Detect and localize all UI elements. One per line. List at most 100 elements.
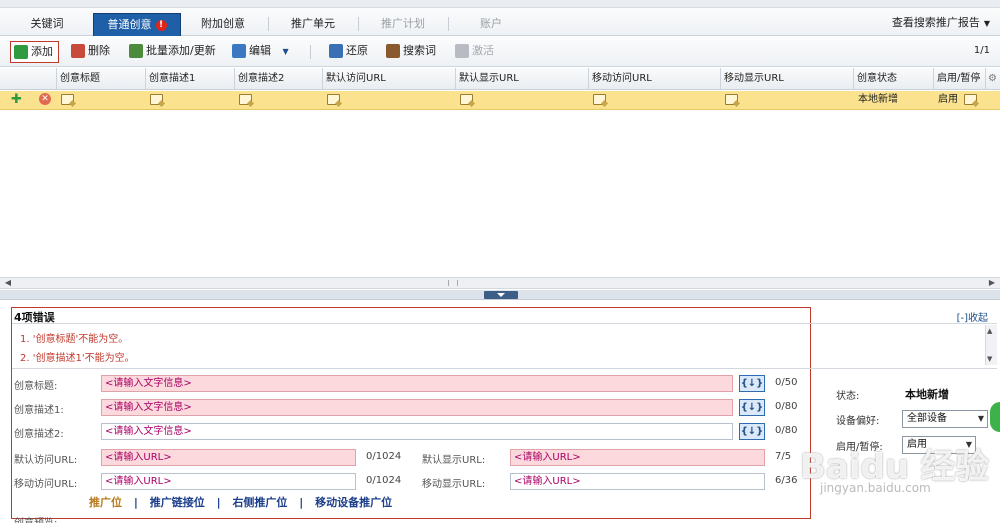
desc2-input[interactable]: <请输入文字信息> (101, 423, 733, 440)
mobile-display-label: 移动显示URL: (422, 479, 486, 490)
activate-button[interactable]: 激活 (452, 41, 494, 63)
tab-normal-creative[interactable]: 普通创意! (93, 13, 181, 36)
col-header[interactable]: 创意描述1 (145, 68, 235, 90)
row-status: 本地新增 (858, 94, 898, 105)
top-strip (0, 0, 1000, 8)
scroll-down-icon[interactable]: ▼ (987, 355, 992, 363)
gear-icon[interactable]: ⚙ (985, 68, 1000, 90)
col-header[interactable]: 移动访问URL (588, 68, 720, 90)
collapse-handle-icon[interactable] (484, 291, 518, 299)
pager: 1/1 (973, 45, 990, 56)
scroll-up-icon[interactable]: ▲ (987, 327, 992, 335)
activate-icon (455, 44, 469, 58)
tab-divider (358, 17, 359, 31)
scroll-right-icon[interactable]: ▶ (986, 278, 998, 288)
delete-button[interactable]: 删除 (68, 41, 110, 63)
status-value: 本地新增 (905, 388, 949, 401)
tab-campaign[interactable]: 推广计划 (370, 13, 436, 36)
mobile-url-input[interactable]: <请输入URL> (101, 473, 356, 490)
grid-body (0, 110, 1000, 276)
status-label: 状态: (836, 391, 860, 402)
mobile-url-count: 0/1024 (366, 475, 402, 486)
tab-extra-creative[interactable]: 附加创意 (190, 13, 256, 36)
insert-wildcard-button[interactable]: {↓} (739, 399, 765, 416)
mobile-url-label: 移动访问URL: (14, 479, 78, 490)
default-url-label: 默认访问URL: (14, 455, 78, 466)
scroll-left-icon[interactable]: ◀ (2, 278, 14, 288)
add-label: 添加 (31, 45, 53, 58)
desc1-label: 创意描述1: (14, 405, 64, 416)
side-expand-icon[interactable] (990, 402, 1000, 432)
error-item: 1. '创意标题'不能为空。 (20, 334, 129, 345)
col-header[interactable]: 创意状态 (853, 68, 933, 90)
default-url-input[interactable]: <请输入URL> (101, 449, 356, 466)
batch-label: 批量添加/更新 (146, 44, 216, 57)
default-display-input[interactable]: <请输入URL> (510, 449, 765, 466)
search-terms-icon (386, 44, 400, 58)
position-tab-mobile[interactable]: 移动设备推广位 (315, 496, 392, 509)
add-button[interactable]: 添加 (10, 41, 59, 63)
scroll-grip[interactable] (448, 280, 458, 286)
restore-button[interactable]: 还原 (326, 41, 368, 63)
insert-wildcard-button[interactable]: {↓} (739, 375, 765, 392)
error-scrollbar[interactable]: ▲ ▼ (985, 325, 997, 365)
tab-label: 账户 (480, 17, 502, 30)
default-display-edit-icon[interactable] (457, 91, 473, 110)
tab-account[interactable]: 账户 (458, 13, 524, 36)
batch-add-button[interactable]: 批量添加/更新 (126, 41, 216, 63)
position-divider: | (299, 496, 304, 509)
tab-label: 关键词 (30, 17, 64, 30)
panel-splitter[interactable] (0, 290, 1000, 300)
row-add-icon[interactable]: ✚ (8, 91, 22, 110)
row-enabled[interactable]: 启用 (935, 91, 978, 110)
tab-keywords[interactable]: 关键词 (14, 13, 80, 36)
restore-label: 还原 (346, 44, 368, 57)
activate-label: 激活 (472, 44, 494, 57)
device-select-value: 全部设备 (907, 413, 947, 424)
mobile-display-input[interactable]: <请输入URL> (510, 473, 765, 490)
watermark-url: jingyan.baidu.com (820, 481, 931, 495)
default-url-edit-icon[interactable] (324, 91, 340, 110)
row-enabled-label: 启用 (938, 94, 958, 105)
row-remove-icon[interactable]: ✕ (36, 91, 51, 110)
col-header[interactable]: 启用/暂停 (933, 68, 985, 90)
col-header[interactable]: 默认访问URL (322, 68, 455, 90)
edit-button[interactable]: 编辑 ▼ (229, 41, 289, 63)
position-tab-right[interactable]: 右侧推广位 (232, 496, 287, 509)
tab-ad-unit[interactable]: 推广单元 (280, 13, 346, 36)
edit-icon (232, 44, 246, 58)
desc2-edit-icon[interactable] (236, 91, 252, 110)
collapse-link[interactable]: [-]收起 (957, 309, 988, 324)
position-tab-main[interactable]: 推广位 (89, 496, 122, 509)
col-header[interactable]: 创意标题 (56, 68, 146, 90)
device-label: 设备偏好: (836, 416, 880, 427)
delete-icon (71, 44, 85, 58)
toolbar-divider (310, 45, 311, 59)
mobile-display-edit-icon[interactable] (722, 91, 738, 110)
tab-divider (268, 17, 269, 31)
grid-header: 创意标题 创意描述1 创意描述2 默认访问URL 默认显示URL 移动访问URL… (0, 68, 1000, 90)
table-row[interactable]: ✚ ✕ 本地新增 启用 (0, 91, 1000, 110)
col-header[interactable]: 默认显示URL (455, 68, 588, 90)
position-tab-link[interactable]: 推广链接位 (150, 496, 205, 509)
default-url-count: 0/1024 (366, 451, 402, 462)
error-badge-icon: ! (155, 19, 167, 31)
title-input[interactable]: <请输入文字信息> (101, 375, 733, 392)
divider (12, 323, 997, 324)
search-terms-button[interactable]: 搜索词 (383, 41, 436, 63)
restore-icon (329, 44, 343, 58)
device-select[interactable]: 全部设备 ▼ (902, 410, 988, 428)
search-terms-label: 搜索词 (403, 44, 436, 57)
col-header[interactable]: 创意描述2 (234, 68, 322, 90)
search-report-dropdown[interactable]: 查看搜索推广报告 ▼ (892, 14, 990, 30)
tab-label: 推广计划 (381, 17, 425, 30)
insert-wildcard-button[interactable]: {↓} (739, 423, 765, 440)
desc1-input[interactable]: <请输入文字信息> (101, 399, 733, 416)
mobile-url-edit-icon[interactable] (590, 91, 606, 110)
horizontal-scrollbar[interactable]: ◀ ▶ (0, 277, 1000, 289)
title-edit-icon[interactable] (58, 91, 74, 110)
desc1-count: 0/80 (775, 401, 798, 412)
desc1-edit-icon[interactable] (147, 91, 163, 110)
report-link-label: 查看搜索推广报告 (891, 16, 980, 29)
col-header[interactable]: 移动显示URL (720, 68, 853, 90)
